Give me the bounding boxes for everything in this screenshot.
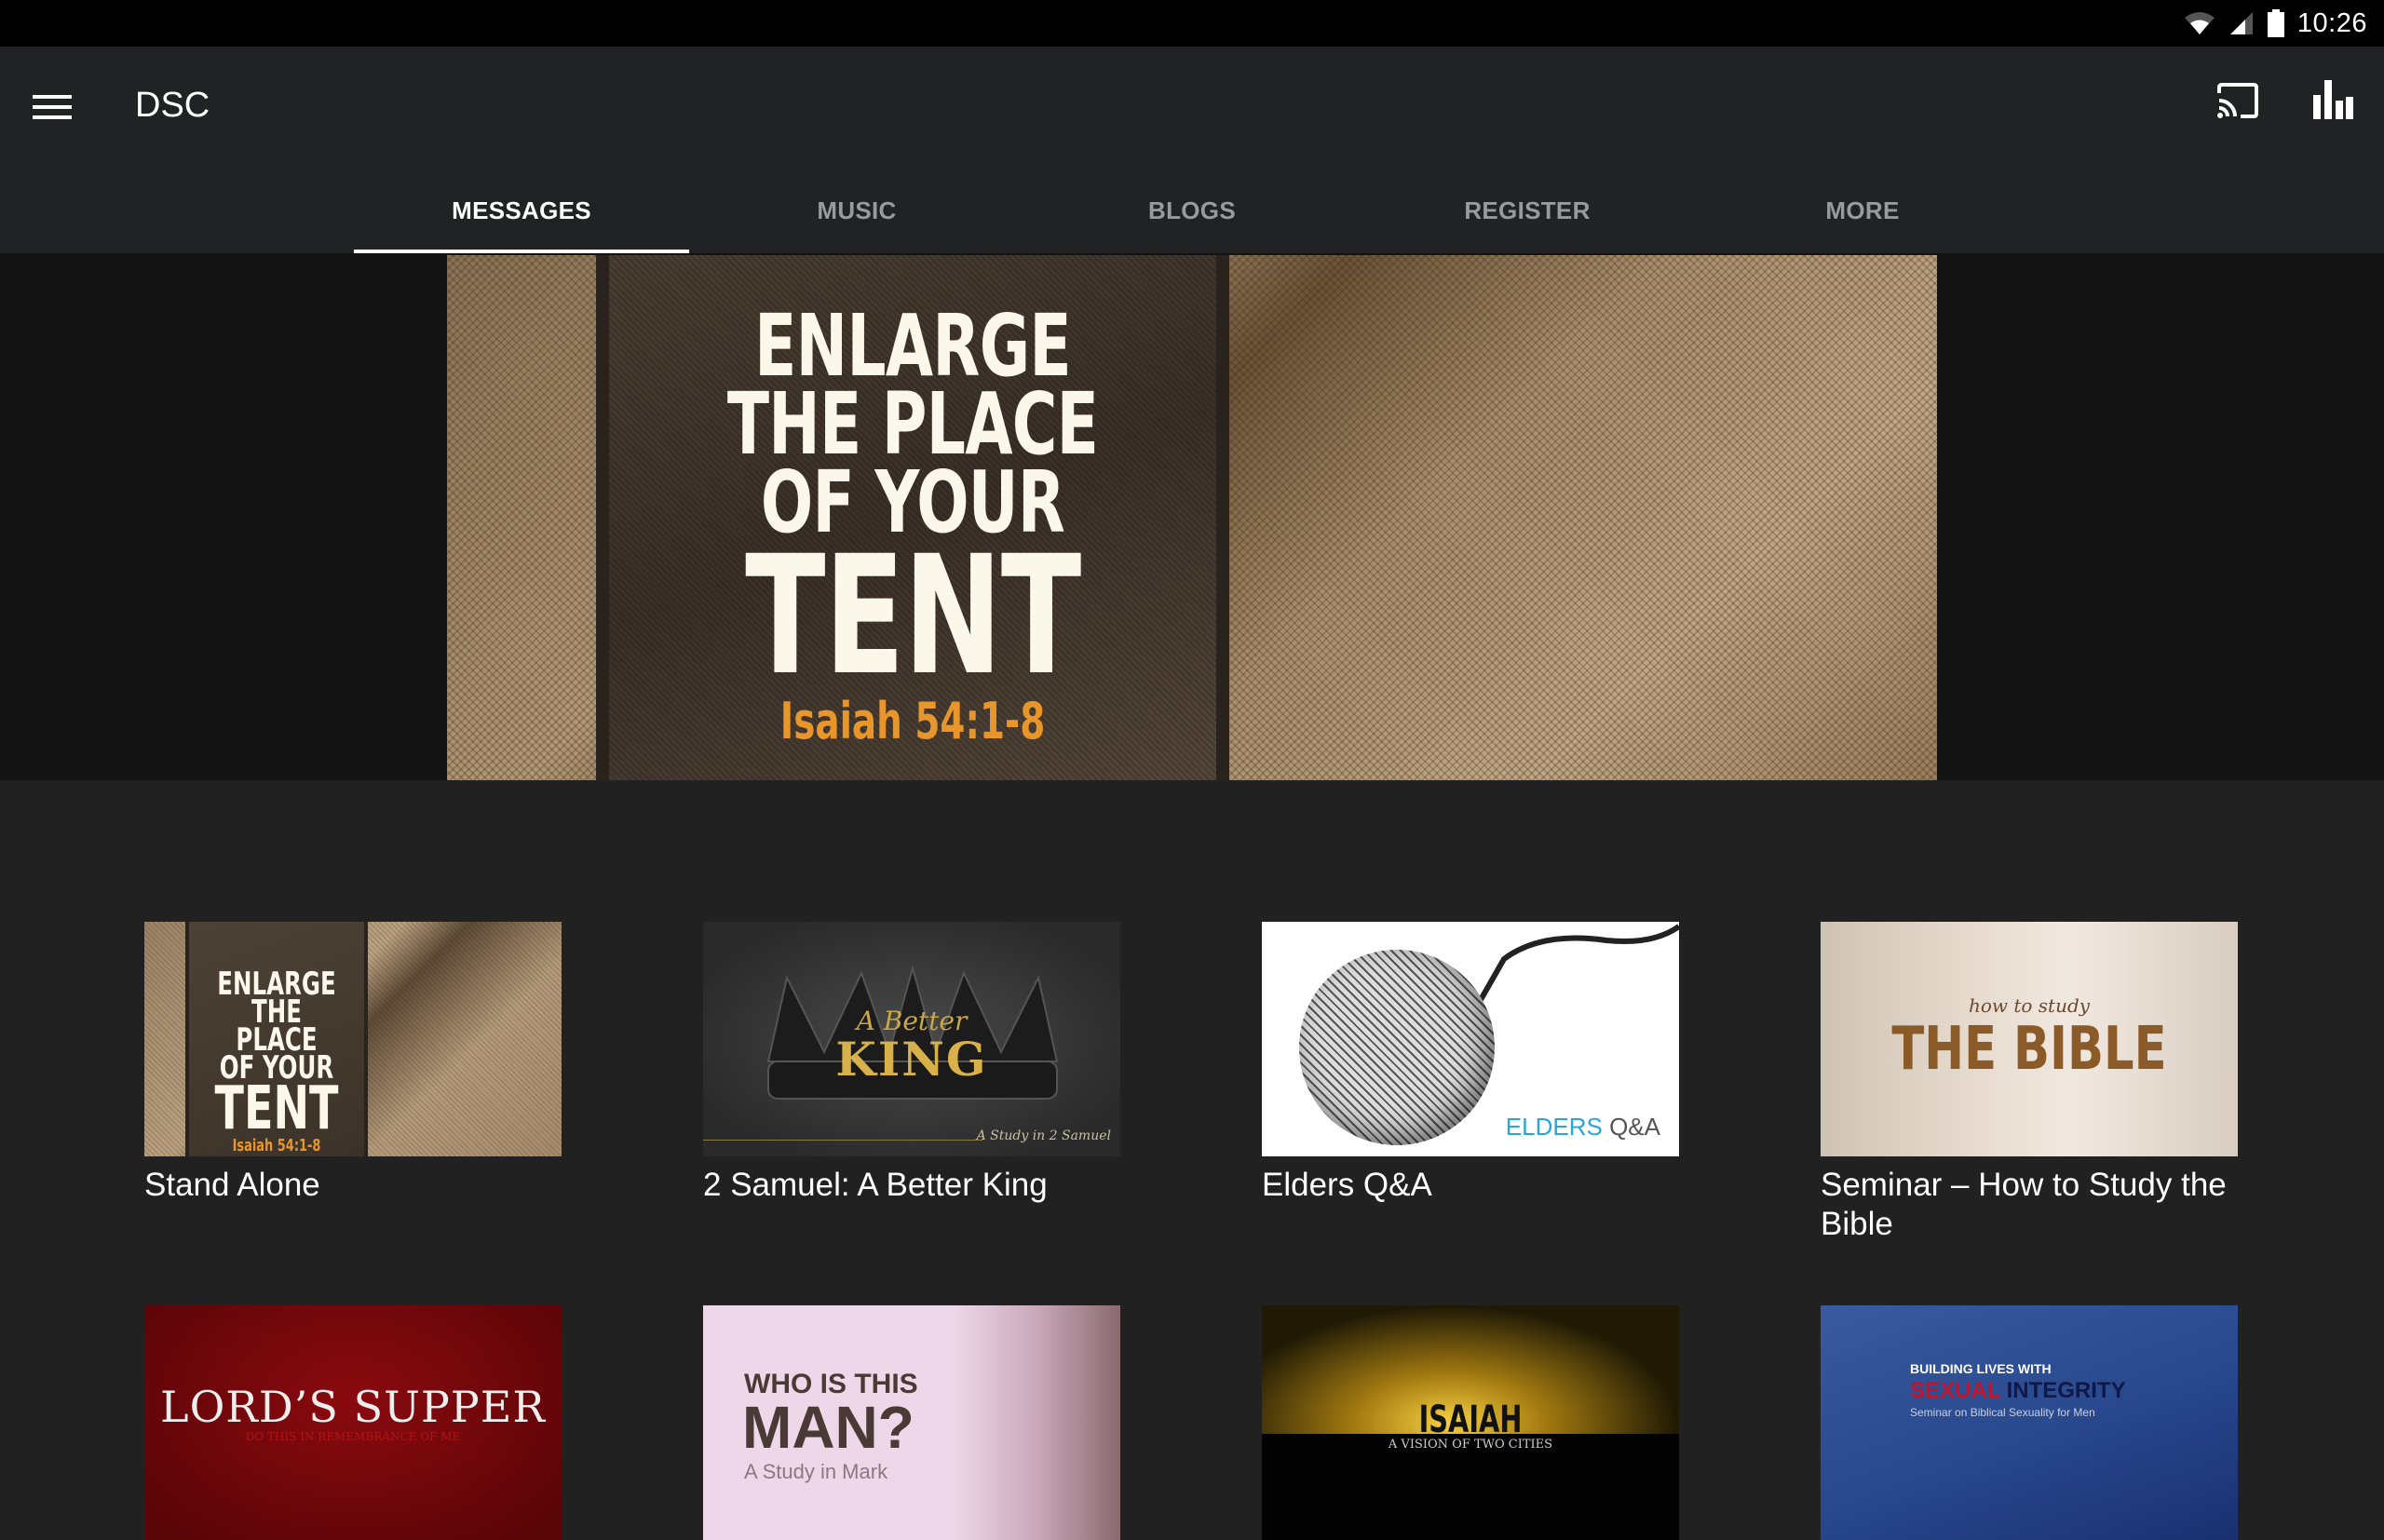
- thumbnail-text: ENLARGE THE PLACE OF YOUR TENT Isaiah 54…: [213, 968, 339, 1155]
- thumbnail-main: LORD’S SUPPER: [160, 1382, 546, 1432]
- series-card[interactable]: ISAIAH A VISION OF TWO CITIES: [1262, 1305, 1679, 1540]
- cast-button[interactable]: [2216, 82, 2269, 128]
- divider: [703, 1140, 982, 1141]
- tab-messages[interactable]: MESSAGES: [354, 168, 689, 253]
- cast-icon: [2217, 83, 2258, 118]
- menu-button[interactable]: [28, 84, 76, 130]
- thumbnail-sub: A VISION OF TWO CITIES: [1388, 1438, 1553, 1452]
- wifi-icon: [2184, 12, 2215, 34]
- thumbnail-word: SEXUAL: [1910, 1378, 2000, 1403]
- thumbnail-top: how to study: [1968, 994, 2091, 1017]
- thumbnail-main: ISAIAH: [1418, 1398, 1523, 1441]
- series-card[interactable]: LORD’S SUPPER DO THIS IN REMEMBRANCE OF …: [144, 1305, 562, 1540]
- stats-button[interactable]: [2311, 80, 2364, 128]
- series-card[interactable]: ENLARGE THE PLACE OF YOUR TENT Isaiah 54…: [144, 922, 562, 1205]
- series-title: Seminar – How to Study the Bible: [1821, 1167, 2227, 1242]
- series-card[interactable]: ELDERS Q&A Elders Q&A: [1262, 922, 1679, 1205]
- thumbnail-caption: ELDERS Q&A: [1506, 1113, 1660, 1141]
- tab-bar: MESSAGES MUSIC BLOGS REGISTER MORE: [0, 168, 2384, 253]
- hero-title: ENLARGE THE PLACE OF YOUR TENT Isaiah 54…: [694, 304, 1131, 752]
- hero-banner: ENLARGE THE PLACE OF YOUR TENT Isaiah 54…: [0, 253, 2384, 780]
- thumbnail-word: Q&A: [1609, 1113, 1660, 1141]
- tab-more[interactable]: MORE: [1695, 168, 2030, 253]
- series-card[interactable]: WHO IS THIS MAN? A Study in Mark: [703, 1305, 1120, 1540]
- thumbnail-sub: DO THIS IN REMEMBRANCE OF ME: [245, 1430, 461, 1443]
- thumbnail-word: INTEGRITY: [2006, 1378, 2126, 1403]
- tab-register[interactable]: REGISTER: [1360, 168, 1695, 253]
- thumbnail-main: MAN?: [742, 1394, 914, 1461]
- series-thumbnail: A Better KING A Study in 2 Samuel: [703, 922, 1120, 1156]
- status-bar: 10:26: [0, 0, 2384, 47]
- series-title: Stand Alone: [144, 1167, 320, 1203]
- thumbnail-sub: A Study in 2 Samuel: [976, 1128, 1111, 1143]
- cell-signal-icon: [2229, 12, 2253, 34]
- series-thumbnail: how to study THE BIBLE: [1821, 922, 2238, 1156]
- hero-image[interactable]: ENLARGE THE PLACE OF YOUR TENT Isaiah 54…: [447, 255, 1937, 780]
- series-card[interactable]: A Better KING A Study in 2 Samuel 2 Samu…: [703, 922, 1120, 1205]
- thumbnail-sub: Seminar on Biblical Sexuality for Men: [1910, 1406, 2095, 1419]
- series-thumbnail: ENLARGE THE PLACE OF YOUR TENT Isaiah 54…: [144, 922, 562, 1156]
- thumbnail-word: ELDERS: [1505, 1113, 1603, 1141]
- hero-title-panel: ENLARGE THE PLACE OF YOUR TENT Isaiah 54…: [596, 255, 1229, 780]
- hamburger-menu-icon: [33, 95, 72, 119]
- series-card[interactable]: BUILDING LIVES WITH SEXUAL INTEGRITY Sem…: [1821, 1305, 2238, 1540]
- bar-chart-icon: [2313, 80, 2353, 119]
- thumbnail-big: TENT: [214, 1074, 339, 1143]
- app-bar: DSC: [0, 47, 2384, 168]
- tab-music[interactable]: MUSIC: [689, 168, 1024, 253]
- series-thumbnail: ELDERS Q&A: [1262, 922, 1679, 1156]
- series-thumbnail: ISAIAH A VISION OF TWO CITIES: [1262, 1305, 1679, 1540]
- microphone-head: [1299, 950, 1495, 1145]
- series-title: Elders Q&A: [1262, 1167, 1432, 1203]
- thumbnail-line: THE PLACE: [236, 993, 318, 1059]
- battery-icon: [2267, 9, 2284, 37]
- status-time: 10:26: [2296, 7, 2367, 38]
- thumbnail-top: BUILDING LIVES WITH: [1910, 1361, 2052, 1376]
- thumbnail-main: SEXUAL INTEGRITY: [1910, 1378, 2126, 1404]
- series-thumbnail: WHO IS THIS MAN? A Study in Mark: [703, 1305, 1120, 1540]
- series-thumbnail: BUILDING LIVES WITH SEXUAL INTEGRITY Sem…: [1821, 1305, 2238, 1540]
- status-icons: 10:26: [2184, 0, 2367, 47]
- thumbnail-panel: ENLARGE THE PLACE OF YOUR TENT Isaiah 54…: [185, 922, 368, 1156]
- tab-blogs[interactable]: BLOGS: [1024, 168, 1360, 253]
- thumbnail-main: KING: [835, 1032, 988, 1087]
- app-title: DSC: [135, 86, 210, 125]
- hero-big-word: TENT: [745, 520, 1081, 711]
- thumbnail-main: THE BIBLE: [1891, 1015, 2167, 1084]
- thumbnail-ref: Isaiah 54:1-8: [232, 1136, 321, 1155]
- series-card[interactable]: how to study THE BIBLE Seminar – How to …: [1821, 922, 2238, 1244]
- series-title: 2 Samuel: A Better King: [703, 1167, 1048, 1203]
- series-thumbnail: LORD’S SUPPER DO THIS IN REMEMBRANCE OF …: [144, 1305, 562, 1540]
- thumbnail-sub: A Study in Mark: [744, 1460, 888, 1483]
